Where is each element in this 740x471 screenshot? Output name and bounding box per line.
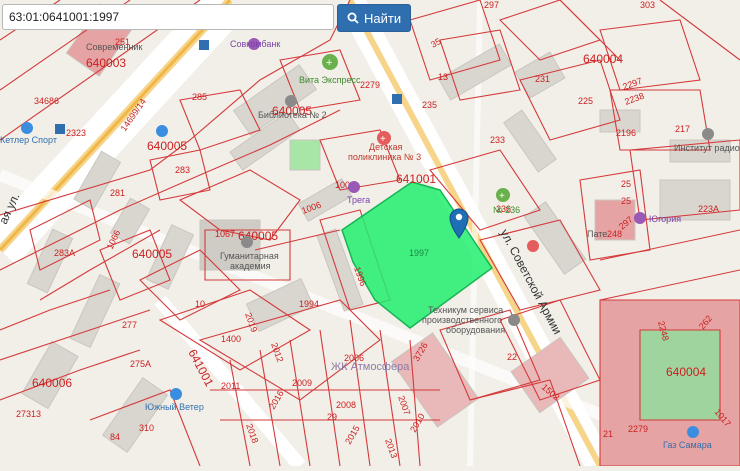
poi-label-patio: Пате bbox=[587, 229, 607, 239]
parcel-label: 2011 bbox=[221, 381, 240, 391]
parcel-label: 2279 bbox=[360, 80, 380, 90]
poi-label-pharmacy: № 236 bbox=[493, 205, 520, 215]
parcel-label: 223A bbox=[698, 204, 719, 214]
svg-text:+: + bbox=[499, 191, 505, 202]
poi-label-atmosfera: ЖК Атмосфера bbox=[331, 361, 410, 373]
poi-label-vita: Вита Экспресс bbox=[299, 75, 361, 85]
shopping-icon bbox=[170, 388, 182, 400]
poi-label-tech-2: производственного bbox=[422, 315, 502, 325]
poi-label-academy-1: Гуманитарная bbox=[220, 251, 279, 261]
library-icon bbox=[285, 95, 297, 107]
parcel-label: 2323 bbox=[66, 128, 86, 138]
search-input[interactable] bbox=[2, 4, 334, 30]
parcel-label: 225 bbox=[578, 96, 593, 106]
bus-stop-icon bbox=[199, 40, 209, 50]
parcel-label: 10 bbox=[195, 299, 205, 309]
parcel-label: 283A bbox=[54, 248, 75, 258]
location-pin-icon bbox=[527, 240, 539, 252]
university-icon bbox=[241, 236, 253, 248]
poi-label-sovkombank: Совкомбанк bbox=[230, 39, 280, 49]
parcel-label: 231 bbox=[535, 74, 550, 84]
quarter-label: 640005 bbox=[147, 139, 187, 153]
parcel-label: 310 bbox=[139, 423, 154, 433]
bus-stop-icon bbox=[55, 124, 65, 134]
shopping-icon bbox=[156, 125, 168, 137]
search-bar: Найти bbox=[2, 4, 412, 32]
parcel-label: 233 bbox=[490, 135, 505, 145]
poi-label-trega: Трега bbox=[347, 195, 370, 205]
shopping-icon bbox=[687, 426, 699, 438]
poi-label-clinic-2: поликлиника № 3 bbox=[348, 152, 421, 162]
search-icon bbox=[347, 12, 359, 24]
shop-icon bbox=[348, 181, 360, 193]
quarter-label: 641001 bbox=[396, 172, 436, 186]
search-button-label: Найти bbox=[364, 10, 402, 26]
poi-label-tech-3: оборудования bbox=[446, 325, 505, 335]
parcel-label: 217 bbox=[675, 124, 690, 134]
parcel-label: 21 bbox=[603, 429, 613, 439]
parcel-label: 235 bbox=[422, 100, 437, 110]
poi-label-kettler: Кетлер Спорт bbox=[0, 135, 57, 145]
poi-label-gaz-sama: Газ Самара bbox=[663, 440, 712, 450]
parcel-label: 303 bbox=[640, 0, 655, 10]
parcel-label: 2009 bbox=[292, 378, 312, 388]
parcel-label: 275A bbox=[130, 359, 151, 369]
quarter-label: 640003 bbox=[86, 56, 126, 70]
quarter-label: 640004 bbox=[583, 52, 623, 66]
parcel-label: 2008 bbox=[336, 400, 356, 410]
parcel-label: 277 bbox=[122, 320, 137, 330]
poi-label-clinic-1: Детская bbox=[369, 142, 402, 152]
parcel-label: 2279 bbox=[628, 424, 648, 434]
parcel-label: 84 bbox=[110, 432, 120, 442]
parcel-label: 29 bbox=[327, 412, 337, 422]
poi-label-sovremennik: Современник bbox=[86, 42, 142, 52]
parcel-label: 13 bbox=[438, 72, 448, 82]
parcel-label: 248 bbox=[607, 229, 622, 239]
poi-label-yugoriya: Югория bbox=[649, 214, 681, 224]
bank-icon bbox=[634, 212, 646, 224]
parcel-label: 25 bbox=[621, 179, 631, 189]
parcel-label: 2196 bbox=[616, 128, 636, 138]
cadastral-map[interactable]: 640003 640005 640005 640005 640005 64000… bbox=[0, 0, 740, 471]
parcel-label: 34686 bbox=[34, 96, 59, 106]
parcel-label: 27313 bbox=[16, 409, 41, 419]
pharmacy-cross-icon: + bbox=[326, 57, 332, 69]
poi-label-institut: Институт радио bbox=[674, 143, 740, 153]
school-icon bbox=[508, 314, 520, 326]
shopping-icon bbox=[21, 122, 33, 134]
parcel-label: 297 bbox=[484, 0, 499, 10]
parcel-label: 285 bbox=[192, 92, 207, 102]
search-button[interactable]: Найти bbox=[337, 4, 412, 32]
parcel-label: 25 bbox=[621, 196, 631, 206]
parcel-label-selected: 1997 bbox=[409, 248, 429, 258]
poi-label-tech-1: Техникум сервиса bbox=[428, 305, 503, 315]
parcel-label: 281 bbox=[110, 188, 125, 198]
quarter-label: 640006 bbox=[32, 376, 72, 390]
quarter-label: 640004 bbox=[666, 365, 706, 379]
institute-icon bbox=[702, 128, 714, 140]
parcel-label: 1994 bbox=[299, 299, 319, 309]
poi-label-academy-2: академия bbox=[230, 261, 271, 271]
bus-stop-icon bbox=[392, 94, 402, 104]
parcel-label: 1400 bbox=[221, 334, 241, 344]
poi-label-yuzhny: Южный Ветер bbox=[145, 402, 204, 412]
parcel-label: 283 bbox=[175, 165, 190, 175]
parcel-label: 1067 bbox=[215, 229, 235, 239]
parcel-label: 22 bbox=[507, 352, 517, 362]
poi-label-library: Библиотека № 2 bbox=[258, 110, 327, 120]
map-canvas[interactable]: 640003 640005 640005 640005 640005 64000… bbox=[0, 0, 740, 471]
quarter-label: 640005 bbox=[132, 247, 172, 261]
